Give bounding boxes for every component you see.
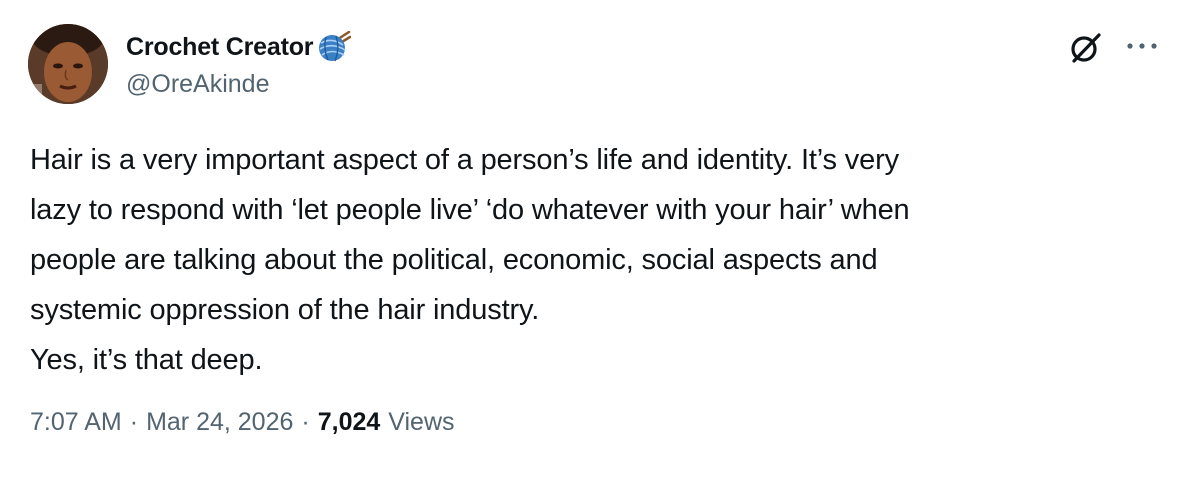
tweet-text-line: lazy to respond with ‘let people live’ ‘… <box>30 194 910 226</box>
tweet-date: Mar 24, 2026 <box>146 408 294 436</box>
views-label: Views <box>388 408 455 436</box>
tweet-text-line: systemic oppression of the hair industry… <box>30 294 540 326</box>
meta-separator: · <box>301 408 310 436</box>
avatar[interactable] <box>28 24 108 104</box>
meta-separator: · <box>129 408 139 436</box>
grok-icon[interactable] <box>1066 28 1106 68</box>
yarn-ball-icon <box>315 30 352 63</box>
user-handle[interactable]: @OreAkinde <box>126 70 270 99</box>
more-dots-icon[interactable] <box>1120 30 1164 62</box>
views-count: 7,024 <box>317 408 381 436</box>
tweet-text-line: people are talking about the political, … <box>30 244 878 276</box>
display-name[interactable]: Crochet Creator <box>126 33 314 62</box>
tweet-text: Hair is a very important aspect of a per… <box>30 135 1160 385</box>
display-name-row[interactable]: Crochet Creator <box>126 30 352 64</box>
tweet-text-line: Hair is a very important aspect of a per… <box>30 144 899 176</box>
tweet-card: Crochet Creator @OreAkinde Hair is a ver… <box>0 0 1192 478</box>
tweet-time: 7:07 AM <box>30 408 122 436</box>
tweet-text-line: Yes, it’s that deep. <box>30 344 263 376</box>
tweet-meta: 7:07 AM · Mar 24, 2026 · 7,024 Views <box>30 408 455 437</box>
tweet-time-link[interactable]: 7:07 AM · Mar 24, 2026 <box>30 408 293 437</box>
